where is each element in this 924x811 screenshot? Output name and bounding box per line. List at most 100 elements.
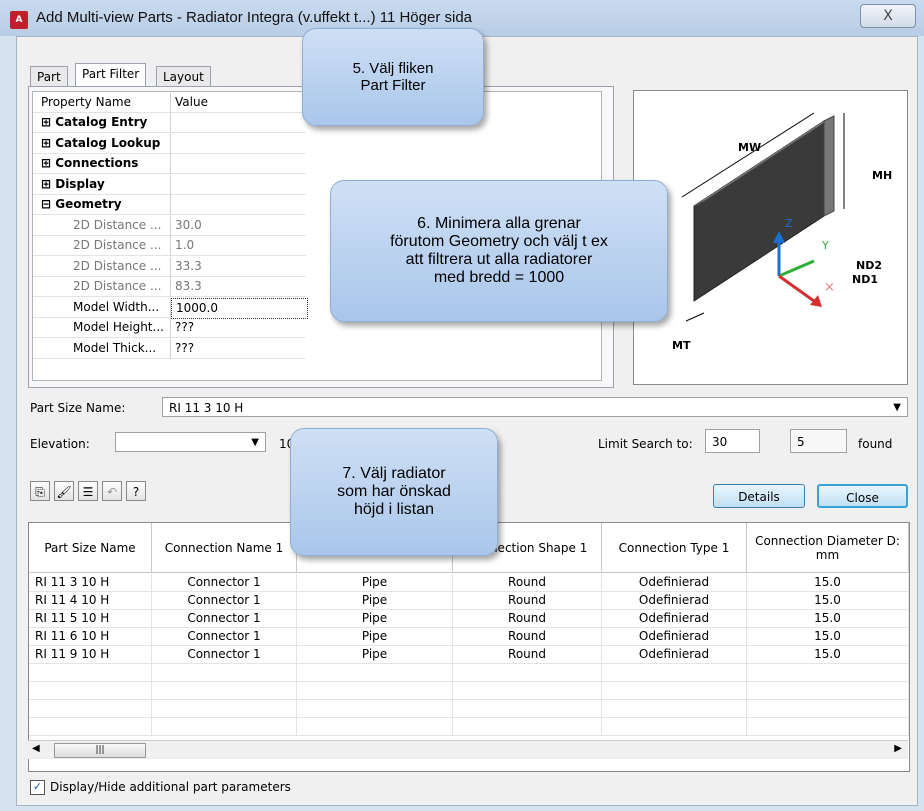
limit-search-input[interactable]: 30 (705, 429, 760, 453)
property-row[interactable]: ⊞ Catalog Entry (33, 113, 306, 133)
property-value[interactable] (171, 175, 306, 195)
property-name: Model Width... (33, 297, 171, 318)
details-button[interactable]: Details (713, 484, 805, 508)
table-cell: Connector 1 (152, 574, 297, 592)
properties-icon[interactable]: ☰ (78, 481, 98, 501)
table-cell: Odefinierad (602, 646, 747, 664)
property-name: ⊞ Connections (33, 154, 171, 174)
table-cell (602, 682, 747, 700)
property-value[interactable]: 1.0 (171, 236, 306, 256)
table-cell (453, 700, 602, 718)
display-hide-checkbox[interactable]: ✓ (30, 780, 45, 795)
property-row[interactable]: ⊞ Connections (33, 154, 306, 174)
property-row[interactable]: ⊟ Geometry (33, 195, 306, 215)
table-cell (297, 682, 453, 700)
scroll-thumb[interactable]: ||| (54, 743, 146, 758)
help-button[interactable]: ? (126, 481, 146, 501)
table-cell: Odefinierad (602, 592, 747, 610)
table-row[interactable]: RI 11 5 10 H Connector 1 Pipe Round Odefinie… (29, 610, 909, 628)
property-row[interactable]: 2D Distance ... 33.3 (33, 256, 306, 277)
table-row[interactable]: RI 11 4 10 H Connector 1 Pipe Round Odefinie… (29, 592, 909, 610)
property-row[interactable]: Model Thick...??? (33, 338, 306, 359)
part-size-name-label: Part Size Name: (30, 401, 126, 415)
property-row[interactable]: Model Width... 1000.0 (33, 297, 308, 319)
mw-label: MW (738, 141, 761, 154)
table-cell: RI 11 6 10 H (29, 628, 152, 646)
property-name: ⊟ Geometry (33, 195, 171, 215)
table-row[interactable] (29, 700, 909, 718)
app-icon: A (10, 11, 28, 29)
property-row[interactable]: 2D Distance ... 83.3 (33, 277, 306, 297)
property-name: ⊞ Display (33, 174, 171, 195)
property-row[interactable]: ⊞ Catalog Lookup (33, 133, 306, 154)
table-column-header[interactable]: Connection Diameter D: mm (747, 523, 909, 573)
table-cell (747, 682, 909, 700)
property-row[interactable]: 2D Distance ... 30.0 (33, 215, 306, 236)
table-cell: RI 11 5 10 H (29, 610, 152, 628)
column-property-name: Property Name (33, 93, 171, 113)
paint-brush-icon[interactable]: 🖌 (54, 481, 74, 501)
property-name: 2D Distance ... (33, 215, 171, 236)
property-value[interactable]: 33.3 (171, 257, 306, 277)
table-column-header[interactable]: Connection Name 1 (152, 523, 297, 573)
property-row[interactable]: ⊞ Display (33, 174, 306, 195)
table-row[interactable] (29, 682, 909, 700)
property-value[interactable] (171, 195, 306, 215)
property-row[interactable]: 2D Distance ... 1.0 (33, 236, 306, 256)
property-value[interactable] (171, 154, 306, 174)
property-name: 2D Distance ... (33, 256, 171, 277)
table-cell (29, 700, 152, 718)
table-cell: Round (453, 574, 602, 592)
table-cell: RI 11 9 10 H (29, 646, 152, 664)
property-name: Model Thick... (33, 338, 171, 359)
horizontal-scrollbar[interactable]: ◀ ||| ▶ (28, 740, 908, 759)
table-cell: Pipe (297, 628, 453, 646)
table-cell (602, 664, 747, 682)
close-button[interactable]: Close (817, 484, 908, 508)
property-row[interactable]: Model Height...??? (33, 318, 306, 338)
table-cell (747, 664, 909, 682)
table-cell: RI 11 4 10 H (29, 592, 152, 610)
elevation-label: Elevation: (30, 437, 90, 451)
table-cell: Odefinierad (602, 628, 747, 646)
property-name: Model Height... (33, 318, 171, 338)
svg-text:×: × (824, 280, 835, 295)
property-value[interactable] (171, 134, 306, 154)
property-value[interactable]: ??? (171, 339, 306, 359)
table-cell: 15.0 (747, 628, 909, 646)
property-value[interactable]: 30.0 (171, 216, 306, 236)
table-row[interactable] (29, 664, 909, 682)
property-value[interactable]: ??? (171, 318, 306, 338)
tab-part[interactable]: Part (30, 66, 68, 88)
table-cell: 15.0 (747, 610, 909, 628)
table-column-header[interactable]: Part Size Name (29, 523, 152, 573)
tab-layout[interactable]: Layout (156, 66, 211, 88)
elevation-dropdown[interactable]: ▼ (115, 432, 266, 452)
chevron-down-icon: ▼ (893, 402, 901, 413)
parts-table: Part Size Name Connection Name 1 Connectio… (28, 522, 910, 772)
property-value[interactable]: 83.3 (171, 277, 306, 297)
scroll-left-icon[interactable]: ◀ (32, 743, 40, 754)
callout-step-5: 5. Välj fliken Part Filter (302, 28, 484, 126)
table-column-header[interactable]: Connection Type 1 (602, 523, 747, 573)
undo-icon[interactable]: ↶ (102, 481, 122, 501)
tab-part-filter[interactable]: Part Filter (75, 63, 147, 87)
table-cell: Pipe (297, 574, 453, 592)
close-window-button[interactable]: X (860, 4, 916, 28)
table-row[interactable] (29, 718, 909, 736)
table-cell: Odefinierad (602, 574, 747, 592)
part-size-name-dropdown[interactable]: RI 11 3 10 H ▼ (162, 397, 908, 417)
table-row[interactable]: RI 11 6 10 H Connector 1 Pipe Round Odefinie… (29, 628, 909, 646)
table-row[interactable]: RI 11 9 10 H Connector 1 Pipe Round Odefinie… (29, 646, 909, 664)
property-value[interactable]: 1000.0 (171, 297, 308, 319)
scroll-right-icon[interactable]: ▶ (894, 743, 902, 754)
callout-step-6: 6. Minimera alla grenar förutom Geometry… (330, 180, 668, 322)
table-cell (602, 700, 747, 718)
property-value[interactable] (171, 113, 306, 133)
mh-label: MH (872, 169, 892, 182)
table-cell (29, 682, 152, 700)
table-cell (152, 682, 297, 700)
export-icon[interactable]: ⎘ (30, 481, 50, 501)
table-row[interactable]: RI 11 3 10 H Connector 1 Pipe Round Odefinie… (29, 574, 909, 592)
table-cell (29, 718, 152, 736)
